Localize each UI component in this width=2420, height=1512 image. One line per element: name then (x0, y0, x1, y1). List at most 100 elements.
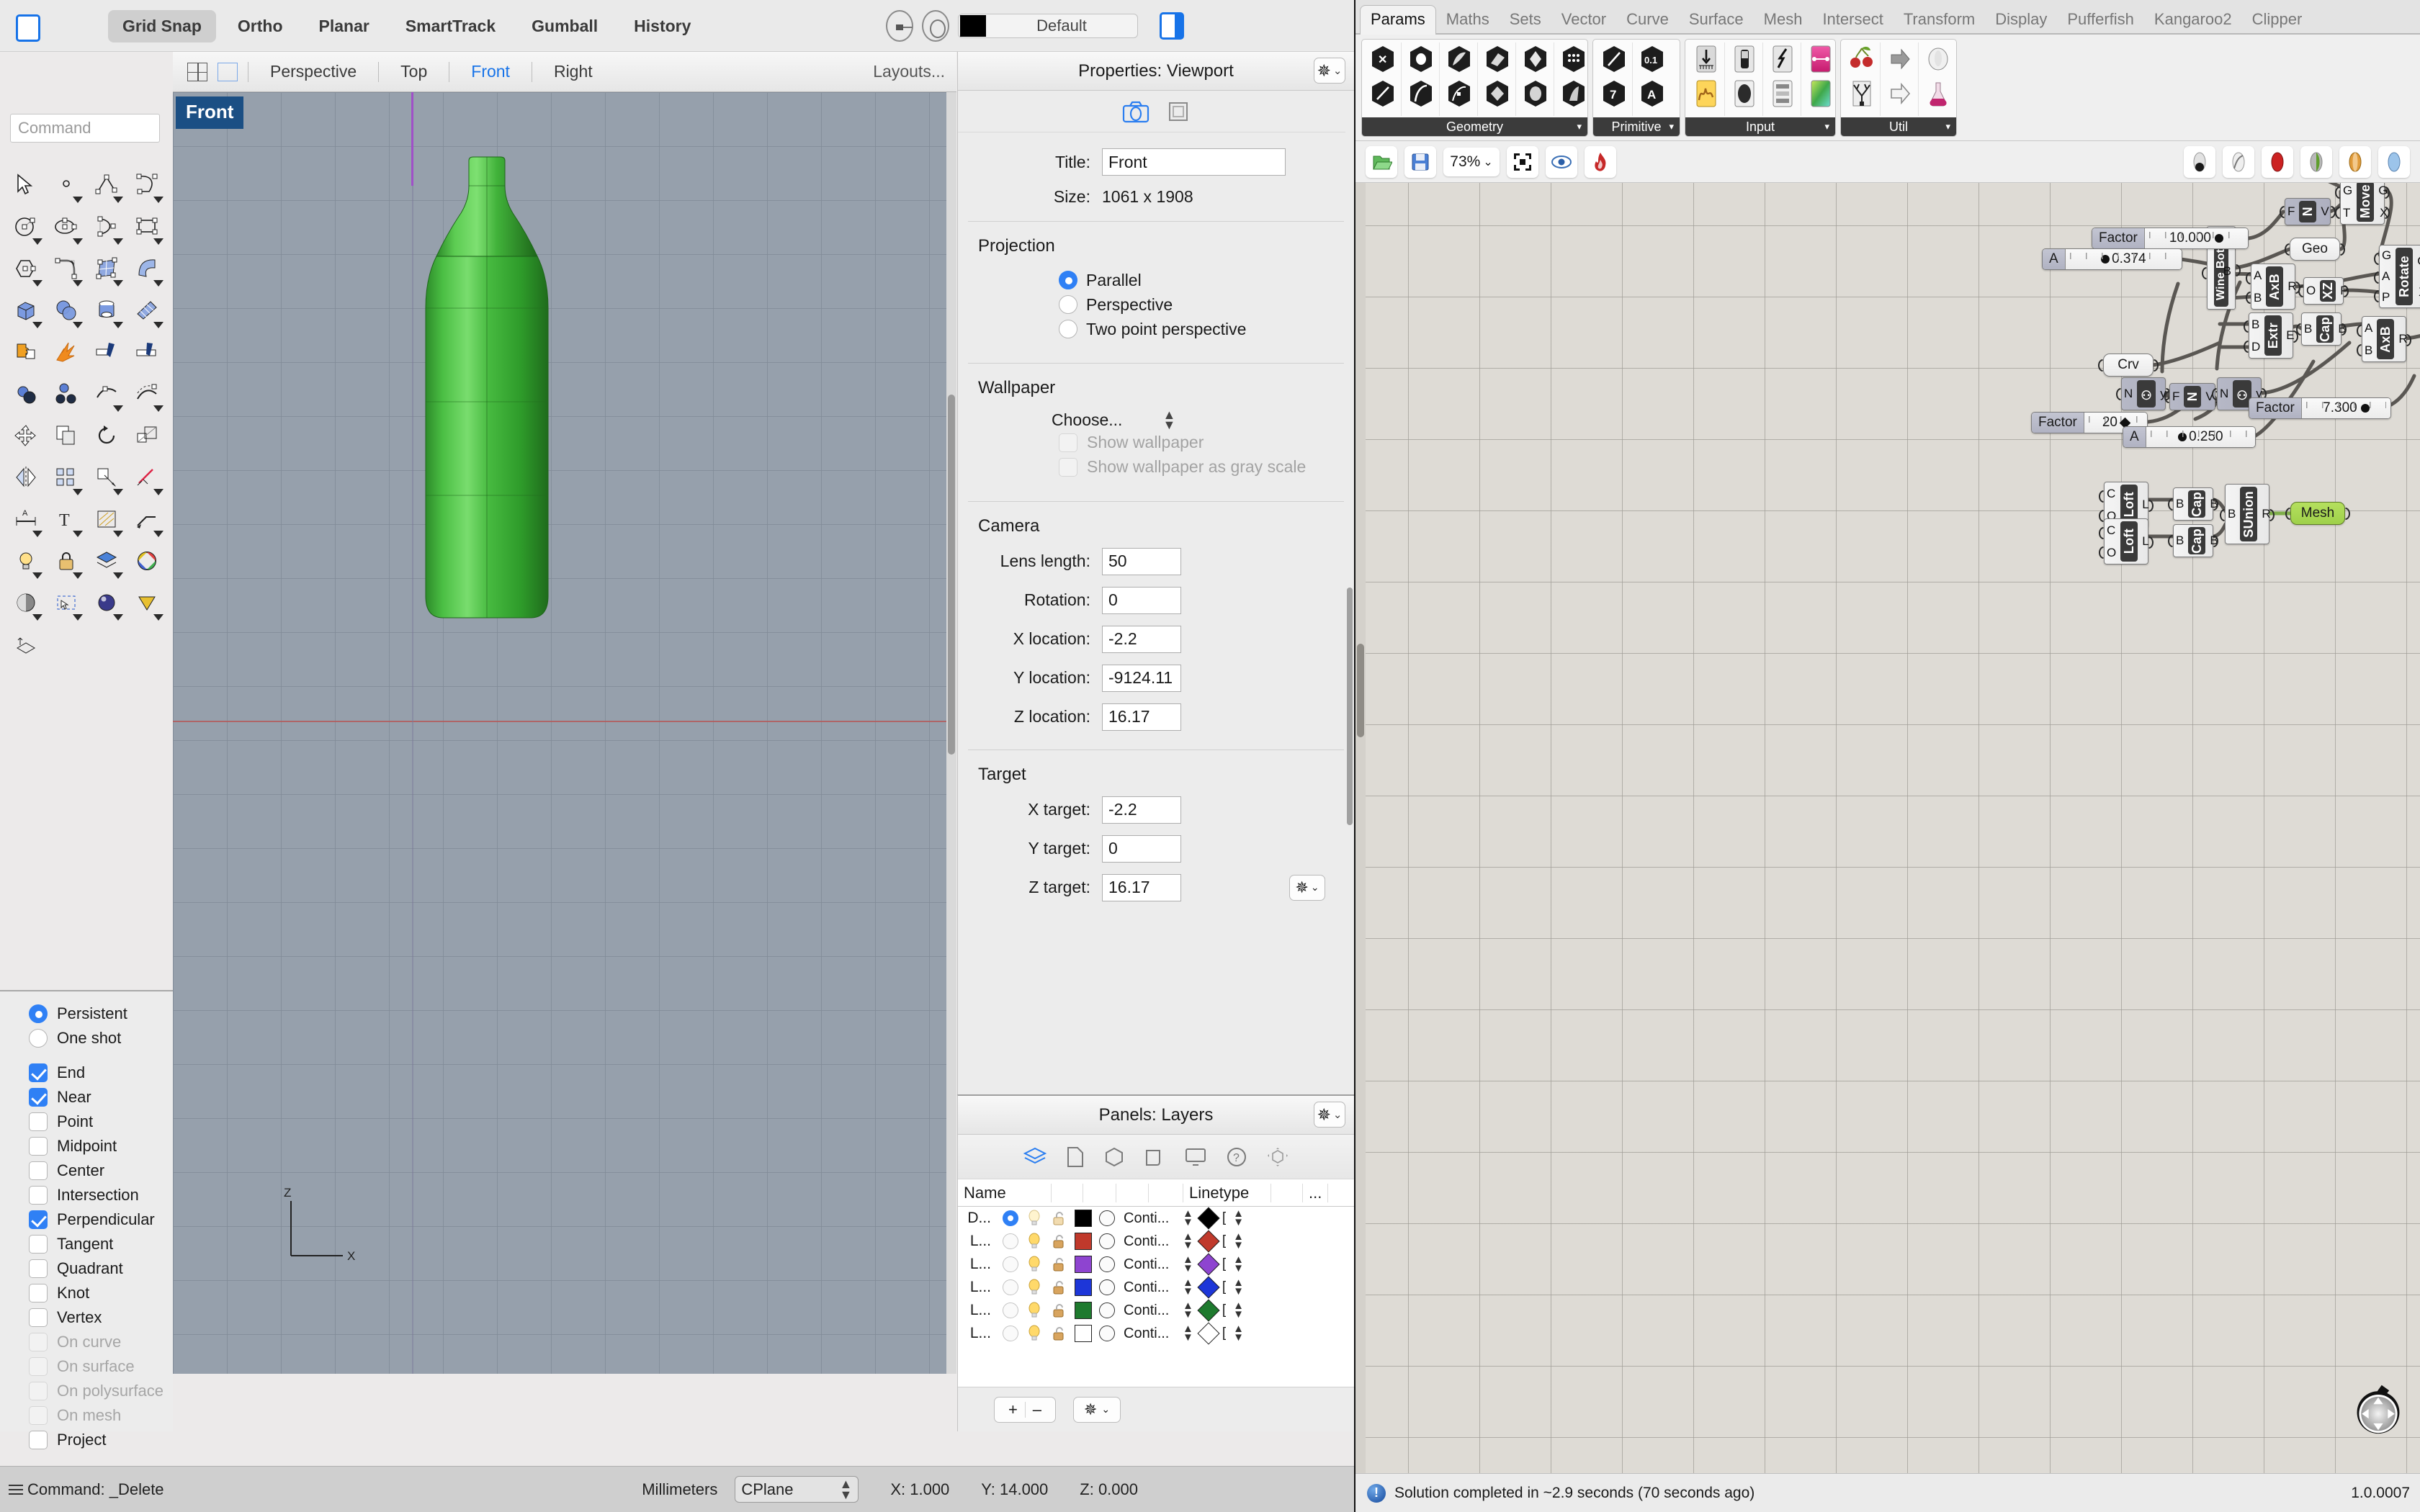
util-icon-sphere-pink[interactable] (1922, 42, 1954, 76)
util-icon-arrow-solid[interactable] (1884, 42, 1916, 76)
layer-color-swatch[interactable] (1075, 1210, 1092, 1227)
util-icon-flask[interactable] (1922, 77, 1954, 110)
layer-print-width[interactable]: [ (1222, 1279, 1226, 1295)
osnap-mode-one-shot[interactable]: One shot (29, 1026, 173, 1050)
lightbulb-icon[interactable] (1026, 1325, 1043, 1342)
properties-gear-menu-icon[interactable]: ✵ ⌄ (1314, 58, 1345, 84)
layer-print-width[interactable]: [ (1222, 1210, 1226, 1226)
save-file-icon[interactable] (1404, 145, 1436, 178)
geometry-icon-9[interactable] (1443, 77, 1475, 110)
menu-hamburger-icon[interactable] (9, 1484, 23, 1495)
bake-flame-icon[interactable] (1585, 145, 1616, 178)
add-layer-button[interactable]: + (1008, 1400, 1018, 1419)
single-view-layout-icon[interactable] (218, 62, 238, 81)
lightbulb-icon[interactable] (1026, 1233, 1043, 1250)
lightbulb-icon[interactable] (1026, 1279, 1043, 1296)
slider-factor-2[interactable]: Factor 7.300 (2249, 397, 2391, 419)
camera-tab-icon[interactable] (1121, 99, 1150, 124)
print-width-stepper-icon[interactable]: ▲ ▼ (1233, 1323, 1244, 1343)
linetype-stepper-icon[interactable]: ▲ ▼ (1183, 1208, 1193, 1228)
notes-tab-icon[interactable] (1066, 1146, 1085, 1168)
geometry-icon-8[interactable] (1405, 77, 1437, 110)
ribbon-label-geometry[interactable]: Geometry ▾ (1362, 117, 1587, 136)
osnap-mode-persistent[interactable]: Persistent (29, 1002, 173, 1026)
checkbox-knot-icon[interactable] (29, 1284, 48, 1302)
zoom-extents-icon[interactable] (1507, 145, 1538, 178)
component-axb-2[interactable]: AB AxB R (2357, 316, 2411, 362)
layer-print-width[interactable]: [ (1222, 1302, 1226, 1318)
surface-preview-icon[interactable] (2262, 145, 2293, 178)
layer-material-icon[interactable] (1099, 1256, 1115, 1272)
viewport-tab-top[interactable]: Top (389, 62, 439, 81)
osnap-item-tangent[interactable]: Tangent (29, 1232, 173, 1256)
component-move-1[interactable]: GT Move GX (2335, 183, 2390, 225)
nav-cube-tab-icon[interactable] (1266, 1146, 1289, 1168)
checkbox-vertex-icon[interactable] (29, 1308, 48, 1327)
preview-transparent-blue-icon[interactable] (2378, 145, 2410, 178)
input-icon-list[interactable] (1767, 77, 1798, 110)
camera-y-input[interactable]: -9124.11 (1102, 664, 1181, 692)
layer-color-swatch[interactable] (1075, 1233, 1092, 1250)
layer-color-swatch[interactable] (1075, 1325, 1092, 1342)
layer-color-swatch[interactable] (1075, 1256, 1092, 1273)
util-icon-cherries[interactable] (1846, 42, 1878, 76)
layer-print-color-icon[interactable] (1197, 1230, 1220, 1253)
layer-stack-icon[interactable] (86, 540, 127, 582)
wine-bottle-model[interactable] (418, 92, 707, 683)
trim-icon[interactable] (127, 331, 167, 373)
checkbox-perpendicular-icon[interactable] (29, 1210, 48, 1229)
rectangle-tool-icon[interactable] (127, 206, 167, 248)
unlock-icon[interactable] (1050, 1233, 1067, 1250)
osnap-item-perpendicular[interactable]: Perpendicular (29, 1207, 173, 1232)
osnap-item-midpoint[interactable]: Midpoint (29, 1134, 173, 1158)
layers-gear-menu-icon[interactable]: ✵ ⌄ (1314, 1102, 1345, 1128)
point-tool-icon[interactable] (46, 164, 86, 206)
input-icon-toggle[interactable] (1729, 42, 1760, 76)
tab-display[interactable]: Display (1985, 6, 2057, 35)
circle-tool-icon[interactable] (6, 206, 46, 248)
checkbox-midpoint-icon[interactable] (29, 1137, 48, 1156)
projection-option-perspective[interactable]: Perspective (1059, 292, 1354, 317)
geometry-icon-7[interactable] (1367, 77, 1399, 110)
unlock-icon[interactable] (1050, 1325, 1067, 1342)
print-width-stepper-icon[interactable]: ▲ ▼ (1233, 1300, 1244, 1320)
print-width-stepper-icon[interactable]: ▲ ▼ (1233, 1254, 1244, 1274)
named-views-tab-icon[interactable] (1144, 1146, 1165, 1168)
boolean-spheres-icon[interactable] (46, 289, 86, 331)
extrude-surface-icon[interactable] (127, 248, 167, 289)
layer-material-icon[interactable] (1099, 1210, 1115, 1226)
geometry-icon-11[interactable] (1520, 77, 1551, 110)
lightbulb-icon[interactable] (1026, 1302, 1043, 1319)
component-extrude-2[interactable]: BD Extr E (2244, 312, 2298, 359)
polyline-tool-icon[interactable] (86, 164, 127, 206)
tab-pufferfish[interactable]: Pufferfish (2057, 6, 2144, 35)
wallpaper-choose-dropdown[interactable]: Choose... ▲ ▼ (1052, 408, 1354, 432)
geometry-icon-12[interactable] (1558, 77, 1590, 110)
display-tab-icon[interactable] (1184, 1146, 1207, 1168)
toggle-smarttrack[interactable]: SmartTrack (391, 10, 510, 42)
table-row[interactable]: L... Conti... ▲ ▼ [ ▲ ▼ (958, 1299, 1354, 1322)
primitive-icon-3[interactable]: 7 (1598, 77, 1630, 110)
util-icon-arrow-outline[interactable] (1884, 77, 1916, 110)
osnap-item-near[interactable]: Near (29, 1085, 173, 1110)
input-icon-button[interactable] (1767, 42, 1798, 76)
add-remove-layer-buttons[interactable]: + – (994, 1396, 1056, 1423)
polygon-tool-icon[interactable] (6, 248, 46, 289)
radio-parallel-icon[interactable] (1059, 271, 1077, 289)
arc-tool-icon[interactable] (86, 206, 127, 248)
layer-set-icon[interactable] (886, 10, 913, 42)
checkbox-center-icon[interactable] (29, 1161, 48, 1180)
lock-icon[interactable] (46, 540, 86, 582)
rhino-viewport[interactable]: Front Z X (173, 92, 956, 1374)
table-row[interactable]: L... Conti... ▲ ▼ [ ▲ ▼ (958, 1276, 1354, 1299)
help-tab-icon[interactable]: ? (1226, 1146, 1247, 1168)
color-wheel-icon[interactable] (127, 540, 167, 582)
linetype-stepper-icon[interactable]: ▲ ▼ (1183, 1277, 1193, 1297)
component-pi-1[interactable]: N ⚇ y (2116, 377, 2171, 410)
osnap-item-intersection[interactable]: Intersection (29, 1183, 173, 1207)
rotate-icon[interactable] (86, 415, 127, 456)
target-gear-menu-icon[interactable]: ✵ ⌄ (1289, 874, 1325, 901)
layers-tab-icon[interactable] (1023, 1146, 1047, 1168)
ribbon-label-util[interactable]: Util ▾ (1841, 117, 1956, 136)
four-view-layout-icon[interactable] (187, 62, 207, 81)
